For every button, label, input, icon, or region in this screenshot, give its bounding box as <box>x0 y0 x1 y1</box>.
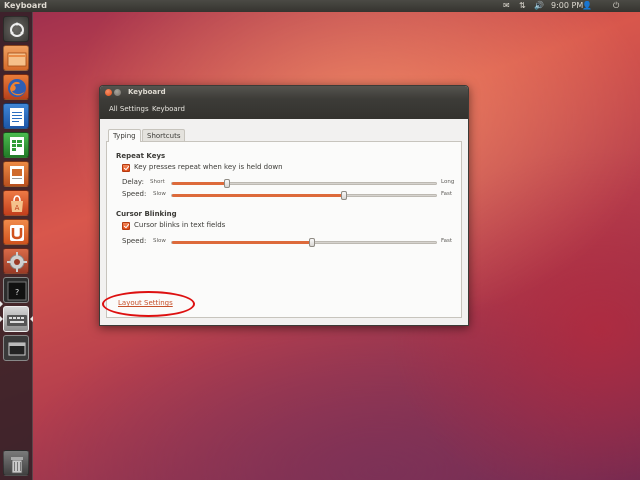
svg-text:A: A <box>15 204 20 212</box>
highlight-annotation <box>102 291 195 317</box>
workspace-switcher-icon[interactable] <box>3 335 29 361</box>
ubuntu-one-icon[interactable] <box>3 219 29 245</box>
launcher: A ? <box>0 12 33 480</box>
tab-typing[interactable]: Typing <box>108 129 141 142</box>
trash-icon[interactable] <box>3 450 29 476</box>
blink-speed-slider-thumb[interactable] <box>308 238 315 247</box>
dash-home-icon[interactable] <box>3 16 29 42</box>
tab-notebook: Typing Shortcuts Repeat Keys Key presses… <box>106 129 462 318</box>
home-folder-icon[interactable] <box>3 45 29 71</box>
libreoffice-calc-icon[interactable] <box>3 132 29 158</box>
repeat-keys-checkbox[interactable] <box>122 164 130 172</box>
repeat-keys-checkbox-label[interactable]: Key presses repeat when key is held down <box>134 163 283 172</box>
delay-slider[interactable] <box>171 179 437 188</box>
delay-slider-fill <box>172 182 228 185</box>
delay-label: Delay: <box>122 178 144 186</box>
power-icon[interactable]: ⏻ <box>613 0 619 12</box>
window-titlebar[interactable]: Keyboard <box>100 86 468 99</box>
blink-speed-slider[interactable] <box>171 238 437 247</box>
mail-icon[interactable]: ✉ <box>503 0 510 12</box>
libreoffice-impress-icon[interactable] <box>3 161 29 187</box>
delay-min-label: Short <box>150 179 165 185</box>
libreoffice-writer-icon[interactable] <box>3 103 29 129</box>
running-indicator <box>0 301 3 307</box>
close-icon[interactable] <box>105 89 112 96</box>
cursor-blink-checkbox[interactable] <box>122 222 130 230</box>
delay-max-label: Long <box>441 179 455 185</box>
active-indicator <box>30 316 33 322</box>
delay-slider-thumb[interactable] <box>224 179 231 188</box>
repeat-speed-slider-thumb[interactable] <box>340 191 347 200</box>
volume-icon[interactable]: 🔊 <box>534 0 544 12</box>
cursor-blink-checkbox-label[interactable]: Cursor blinks in text fields <box>134 221 225 230</box>
firefox-icon[interactable] <box>3 74 29 100</box>
blink-speed-slider-fill <box>172 241 312 244</box>
keyboard-breadcrumb-button[interactable]: Keyboard <box>150 102 187 116</box>
repeat-speed-slider-fill <box>172 194 344 197</box>
repeat-speed-slider[interactable] <box>171 191 437 200</box>
active-app-title: Keyboard <box>4 1 47 10</box>
running-indicator <box>0 316 3 322</box>
keyboard-settings-icon[interactable] <box>3 306 29 332</box>
tab-shortcuts[interactable]: Shortcuts <box>142 129 186 141</box>
top-panel: Keyboard ✉ ⇅ 🔊 9:00 PM 👤 ⏻ <box>0 0 640 12</box>
repeat-keys-heading: Repeat Keys <box>116 152 166 160</box>
blink-speed-label: Speed: <box>122 237 147 245</box>
clock[interactable]: 9:00 PM <box>551 0 583 12</box>
window-title: Keyboard <box>128 88 166 96</box>
terminal-icon[interactable]: ? <box>3 277 29 303</box>
user-icon[interactable]: 👤 <box>582 0 592 12</box>
all-settings-button[interactable]: All Settings <box>107 102 151 116</box>
settings-toolbar: All Settings Keyboard <box>100 99 468 119</box>
cursor-blinking-heading: Cursor Blinking <box>116 210 177 218</box>
repeat-speed-max-label: Fast <box>441 191 453 197</box>
repeat-speed-min-label: Slow <box>153 191 166 197</box>
blink-speed-min-label: Slow <box>153 238 166 244</box>
blink-speed-max-label: Fast <box>441 238 453 244</box>
network-icon[interactable]: ⇅ <box>519 0 526 12</box>
keyboard-window: Keyboard All Settings Keyboard Typing Sh… <box>99 85 469 326</box>
system-settings-icon[interactable] <box>3 248 29 274</box>
software-center-icon[interactable]: A <box>3 190 29 216</box>
repeat-speed-label: Speed: <box>122 190 147 198</box>
minimize-icon[interactable] <box>114 89 121 96</box>
svg-text:?: ? <box>15 288 20 297</box>
